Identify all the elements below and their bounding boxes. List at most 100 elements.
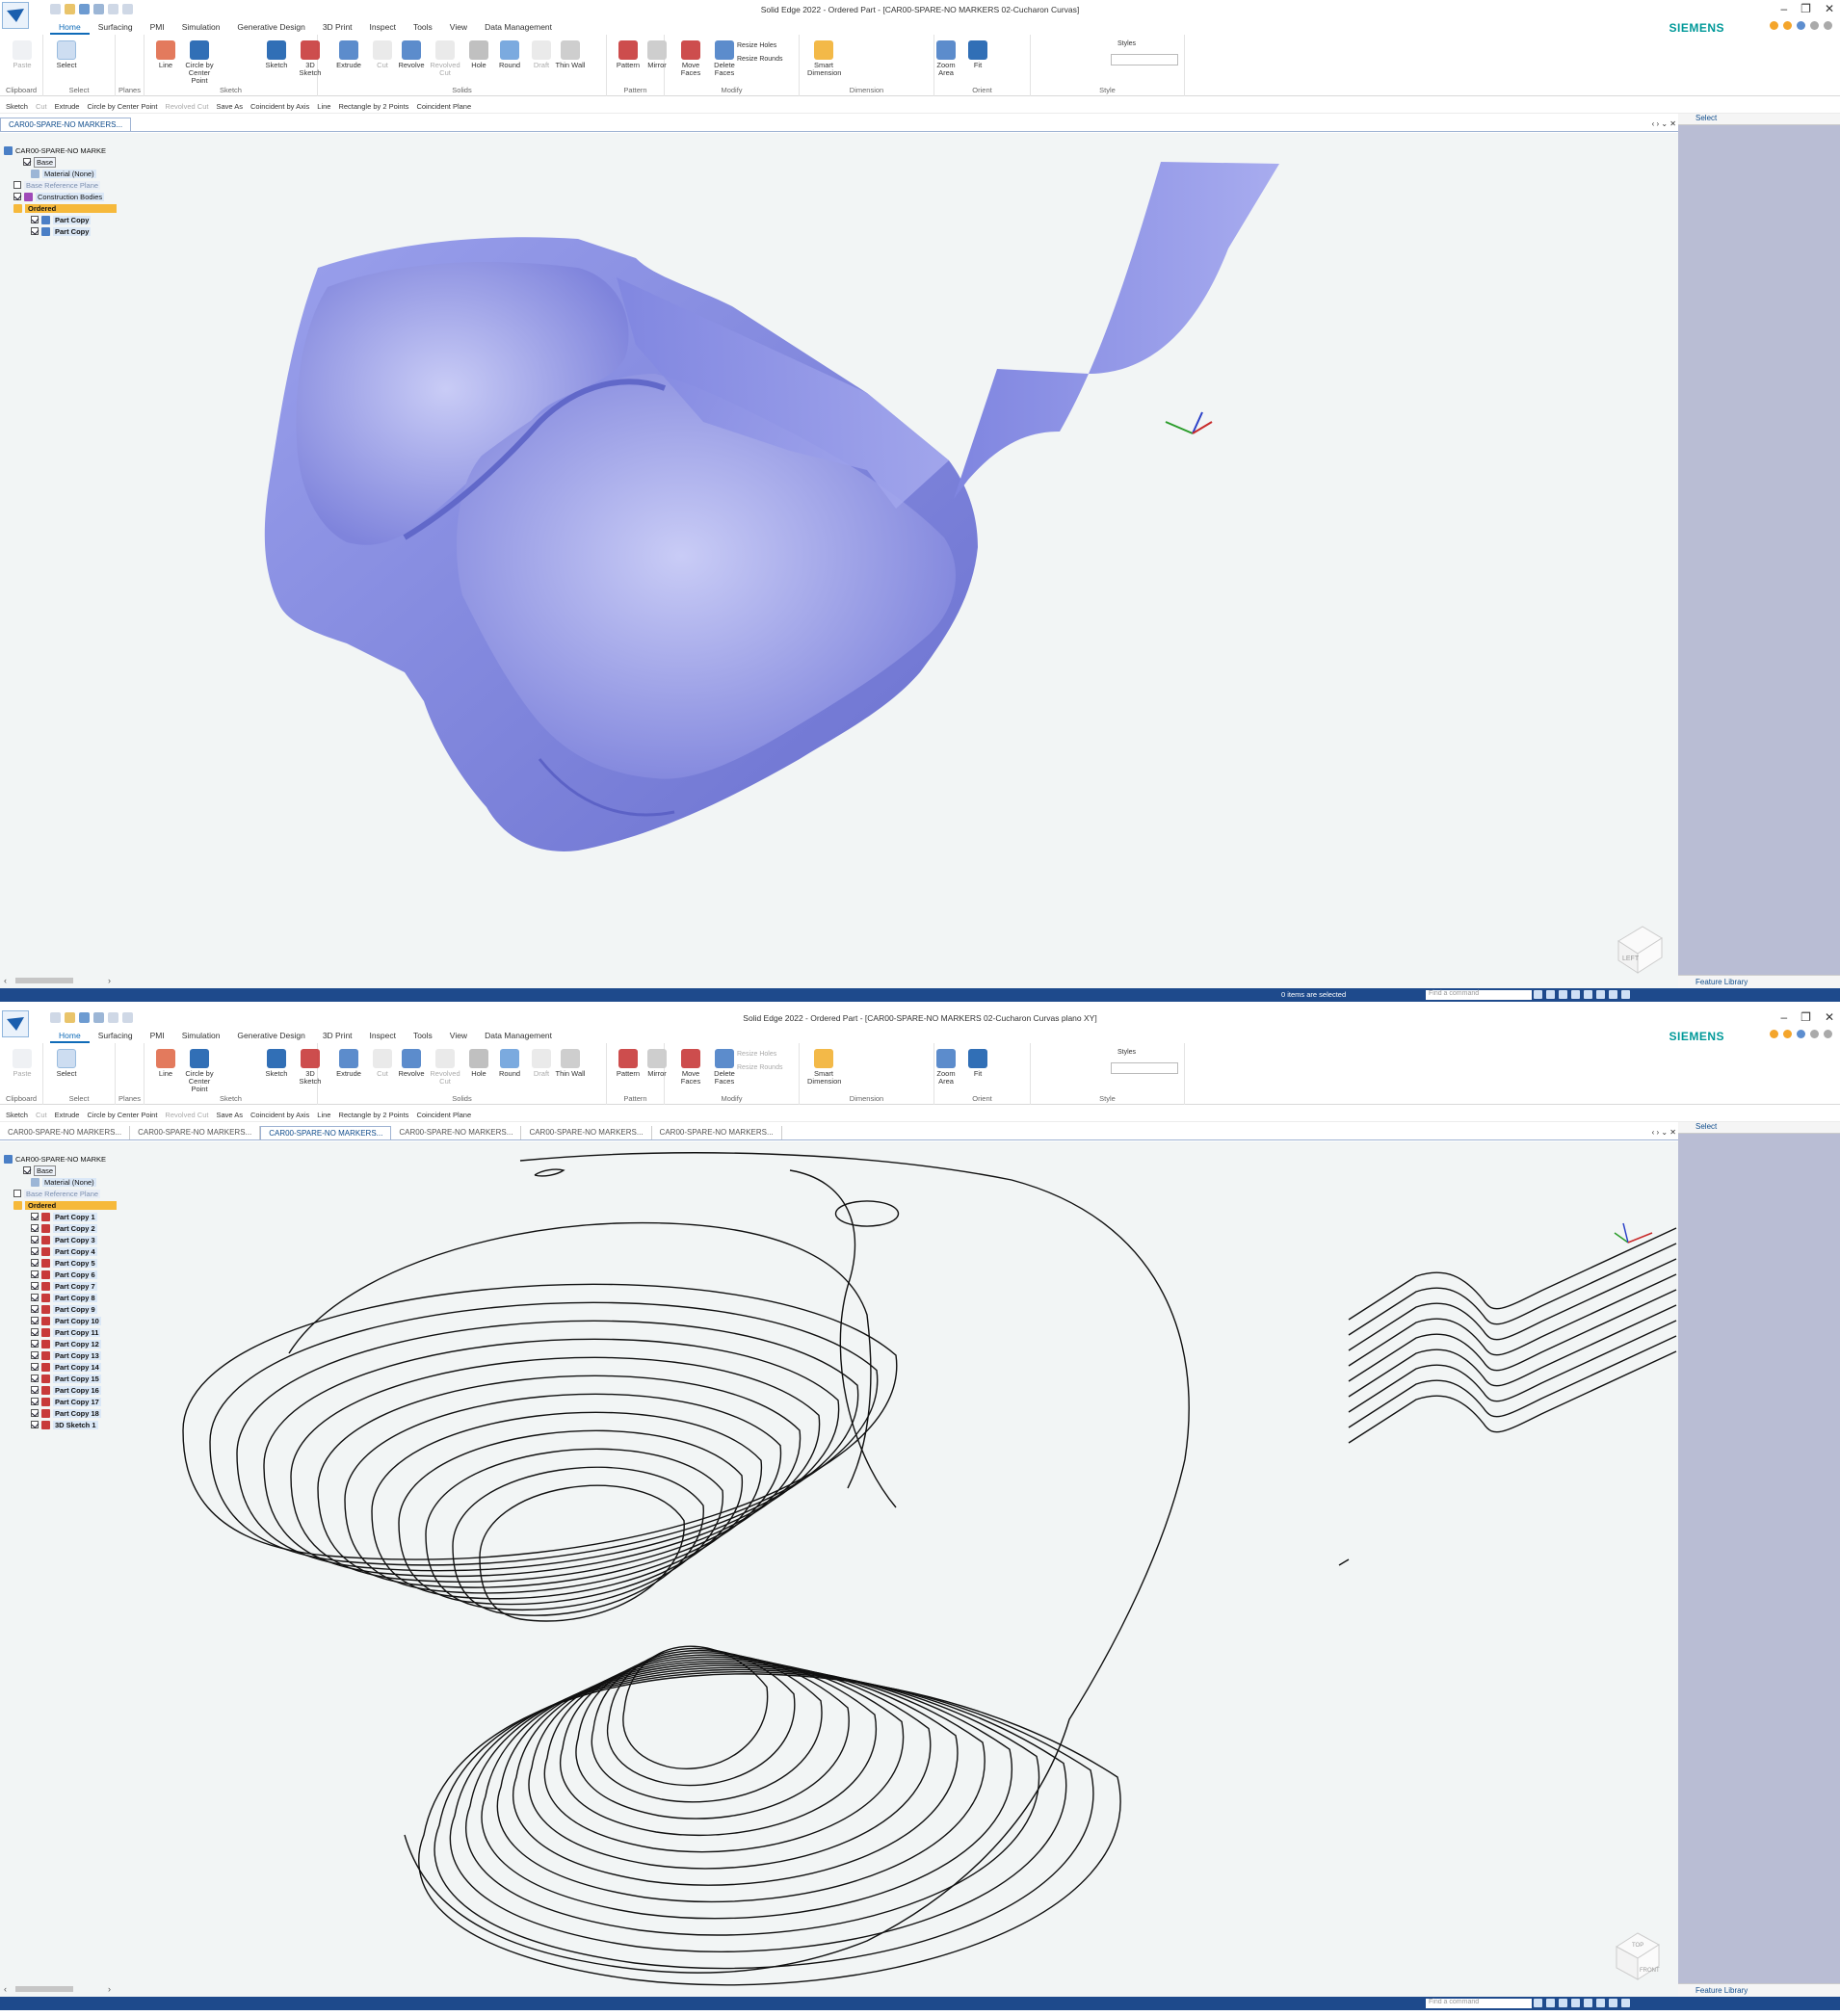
zoom-area-button[interactable]: Zoom Area	[930, 40, 962, 77]
thin-wall-button[interactable]: Thin Wall	[554, 40, 587, 69]
visibility-checkbox[interactable]	[31, 1409, 39, 1417]
command-save-as[interactable]: Save As	[216, 1111, 243, 1119]
delete-faces-button[interactable]: Delete Faces	[708, 40, 741, 77]
visibility-checkbox[interactable]	[13, 1190, 21, 1197]
visibility-checkbox[interactable]	[31, 1398, 39, 1405]
tab-simulation[interactable]: Simulation	[173, 1030, 229, 1043]
tree-ref-planes[interactable]: Base Reference Plane	[4, 179, 117, 191]
circle-button[interactable]: Circle by Center Point	[183, 40, 216, 85]
tree-item[interactable]: Part Copy 13	[4, 1349, 117, 1361]
visibility-checkbox[interactable]	[31, 1282, 39, 1290]
tab-home[interactable]: Home	[50, 1030, 90, 1043]
smart-dimension-button[interactable]: Smart Dimension	[807, 40, 841, 77]
document-tab[interactable]: CAR00-SPARE-NO MARKERS...	[521, 1126, 652, 1139]
tab-navigation[interactable]: ‹ › ⌄ ✕	[1652, 1128, 1676, 1137]
tab-pmi[interactable]: PMI	[142, 1030, 173, 1043]
smart-dimension-button[interactable]: Smart Dimension	[807, 1049, 841, 1086]
minimize-icon[interactable]: –	[1780, 2, 1787, 15]
command-circle-by-center-point[interactable]: Circle by Center Point	[87, 102, 157, 111]
revolved-cut-button[interactable]: Revolved Cut	[429, 40, 461, 77]
tab-generative-design[interactable]: Generative Design	[228, 21, 313, 35]
visibility-checkbox[interactable]	[31, 1294, 39, 1301]
tree-item[interactable]: Part Copy 14	[4, 1361, 117, 1373]
command-rectangle-by-2-points[interactable]: Rectangle by 2 Points	[338, 1111, 408, 1119]
command-cut[interactable]: Cut	[36, 102, 47, 111]
tree-item[interactable]: Part Copy 15	[4, 1373, 117, 1384]
visibility-checkbox[interactable]	[31, 1328, 39, 1336]
resize-rounds-button[interactable]: Resize Rounds	[737, 1064, 782, 1071]
select-button[interactable]: Select	[50, 1049, 83, 1078]
tree-material[interactable]: Material (None)	[4, 1176, 117, 1188]
application-button[interactable]	[2, 1010, 29, 1037]
document-tab[interactable]: CAR00-SPARE-NO MARKERS...	[260, 1126, 392, 1139]
tree-material[interactable]: Material (None)	[4, 168, 117, 179]
visibility-checkbox[interactable]	[31, 1247, 39, 1255]
visibility-checkbox[interactable]	[31, 1340, 39, 1348]
command-line[interactable]: Line	[317, 102, 330, 111]
cut-button[interactable]: Cut	[366, 1049, 399, 1078]
tab-data-management[interactable]: Data Management	[476, 1030, 561, 1043]
draft-button[interactable]: Draft	[525, 1049, 558, 1078]
visibility-checkbox[interactable]	[23, 1166, 31, 1174]
visibility-checkbox[interactable]	[31, 1224, 39, 1232]
tab-pmi[interactable]: PMI	[142, 21, 173, 35]
tree-item[interactable]: Part Copy	[4, 214, 117, 225]
tree-item[interactable]: Part Copy 7	[4, 1280, 117, 1292]
tab-navigation[interactable]: ‹ › ⌄ ✕	[1652, 119, 1676, 128]
style-dropdown[interactable]	[1111, 54, 1178, 65]
tree-ref-planes[interactable]: Base Reference Plane	[4, 1188, 117, 1199]
draft-button[interactable]: Draft	[525, 40, 558, 69]
visibility-checkbox[interactable]	[31, 1236, 39, 1244]
hole-button[interactable]: Hole	[462, 1049, 495, 1078]
round-button[interactable]: Round	[493, 40, 526, 69]
tab-data-management[interactable]: Data Management	[476, 21, 561, 35]
command-revolved-cut[interactable]: Revolved Cut	[165, 102, 208, 111]
select-button[interactable]: Select	[50, 40, 83, 69]
visibility-checkbox[interactable]	[23, 158, 31, 166]
tab-inspect[interactable]: Inspect	[361, 21, 405, 35]
tree-root[interactable]: CAR00-SPARE-NO MARKE	[4, 144, 117, 156]
fit-button[interactable]: Fit	[961, 40, 994, 69]
tree-item[interactable]: Part Copy 6	[4, 1269, 117, 1280]
command-rectangle-by-2-points[interactable]: Rectangle by 2 Points	[338, 102, 408, 111]
visibility-checkbox[interactable]	[31, 1317, 39, 1324]
visibility-checkbox[interactable]	[31, 1421, 39, 1428]
tab-home[interactable]: Home	[50, 21, 90, 35]
command-sketch[interactable]: Sketch	[6, 102, 28, 111]
resize-holes-button[interactable]: Resize Holes	[737, 1051, 776, 1058]
tree-item[interactable]: Part Copy 8	[4, 1292, 117, 1303]
extrude-button[interactable]: Extrude	[332, 1049, 365, 1078]
view-cube[interactable]: TOP FRONT	[1609, 1925, 1667, 1983]
sketch-button[interactable]: Sketch	[260, 40, 293, 69]
fit-button[interactable]: Fit	[961, 1049, 994, 1078]
resize-holes-button[interactable]: Resize Holes	[737, 42, 776, 49]
zoom-area-button[interactable]: Zoom Area	[930, 1049, 962, 1086]
tree-item[interactable]: Part Copy 1	[4, 1211, 117, 1222]
minimize-icon[interactable]: –	[1780, 1010, 1787, 1024]
tree-item[interactable]: Part Copy 5	[4, 1257, 117, 1269]
visibility-checkbox[interactable]	[31, 1363, 39, 1371]
restore-icon[interactable]: ❐	[1801, 1010, 1811, 1024]
command-extrude[interactable]: Extrude	[55, 1111, 80, 1119]
document-tab[interactable]: CAR00-SPARE-NO MARKERS...	[0, 1126, 131, 1139]
tab-simulation[interactable]: Simulation	[173, 21, 229, 35]
panel-header[interactable]: Select	[1678, 114, 1840, 125]
paste-button[interactable]: Paste	[6, 40, 39, 69]
panel-footer[interactable]: Feature Library	[1678, 1983, 1840, 1997]
command-coincident-plane[interactable]: Coincident Plane	[416, 1111, 471, 1119]
command-circle-by-center-point[interactable]: Circle by Center Point	[87, 1111, 157, 1119]
tab-inspect[interactable]: Inspect	[361, 1030, 405, 1043]
command-cut[interactable]: Cut	[36, 1111, 47, 1119]
tab-view[interactable]: View	[441, 21, 476, 35]
tree-root[interactable]: CAR00-SPARE-NO MARKE	[4, 1153, 117, 1165]
restore-icon[interactable]: ❐	[1801, 2, 1811, 15]
document-tab[interactable]: CAR00-SPARE-NO MARKERS...	[0, 118, 132, 131]
part-model[interactable]	[0, 133, 1678, 988]
style-dropdown[interactable]	[1111, 1062, 1178, 1074]
visibility-checkbox[interactable]	[31, 1259, 39, 1267]
tree-item[interactable]: Part Copy 9	[4, 1303, 117, 1315]
tab-view[interactable]: View	[441, 1030, 476, 1043]
visibility-checkbox[interactable]	[31, 1375, 39, 1382]
round-button[interactable]: Round	[493, 1049, 526, 1078]
tab-3d-print[interactable]: 3D Print	[314, 21, 361, 35]
